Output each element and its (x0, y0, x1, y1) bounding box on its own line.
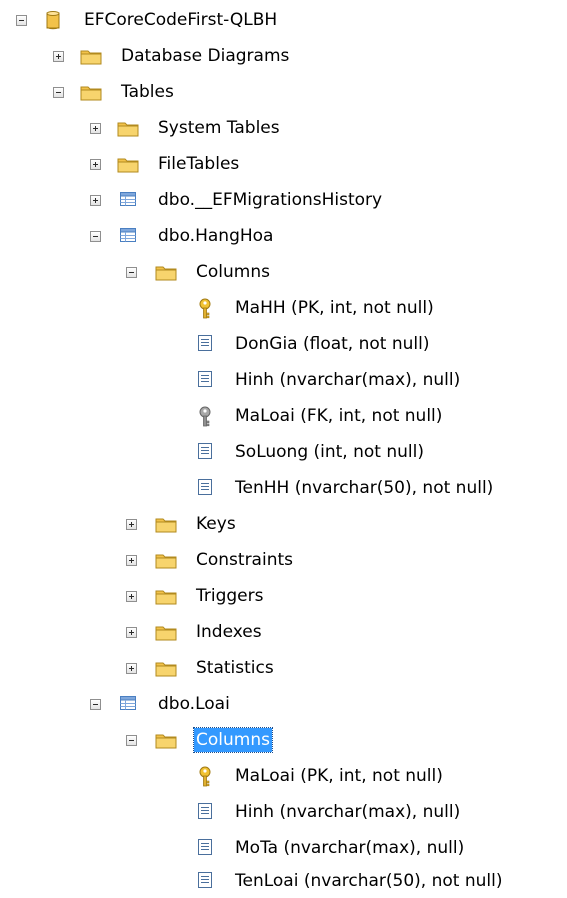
tables-label[interactable]: Tables (119, 80, 176, 104)
tree-node-system-tables[interactable]: System Tables (0, 115, 567, 145)
object-explorer-tree: EFCoreCodeFirst-QLBH Database Diagrams T… (0, 0, 567, 898)
tree-node-triggers[interactable]: Triggers (0, 583, 567, 613)
system-tables-label[interactable]: System Tables (156, 116, 282, 140)
database-icon (43, 10, 63, 30)
table-icon (119, 226, 139, 246)
tree-node-table-migrations-history[interactable]: dbo.__EFMigrationsHistory (0, 187, 567, 217)
tree-node-constraints[interactable]: Constraints (0, 547, 567, 577)
statistics-label[interactable]: Statistics (194, 656, 276, 680)
collapse-toggle[interactable] (16, 15, 27, 26)
tree-node-table-loai[interactable]: dbo.Loai (0, 691, 567, 721)
tree-node-filetables[interactable]: FileTables (0, 151, 567, 181)
expand-toggle[interactable] (53, 51, 64, 62)
column-label[interactable]: MoTa (nvarchar(max), null) (233, 836, 466, 860)
collapse-toggle[interactable] (126, 267, 137, 278)
expand-toggle[interactable] (90, 159, 101, 170)
column-icon (196, 442, 216, 462)
tree-node-loai-columns[interactable]: Columns (0, 727, 567, 757)
expand-toggle[interactable] (126, 663, 137, 674)
folder-icon (155, 658, 177, 678)
folder-icon (117, 154, 139, 174)
column-label[interactable]: Hinh (nvarchar(max), null) (233, 368, 462, 392)
expand-toggle[interactable] (90, 123, 101, 134)
tree-node-database-diagrams[interactable]: Database Diagrams (0, 43, 567, 73)
column-label[interactable]: MaLoai (PK, int, not null) (233, 764, 445, 788)
tree-node-column[interactable]: TenHH (nvarchar(50), not null) (0, 475, 567, 505)
column-icon (196, 478, 216, 498)
folder-icon (155, 622, 177, 642)
expand-toggle[interactable] (90, 195, 101, 206)
tree-node-column[interactable]: Hinh (nvarchar(max), null) (0, 799, 567, 829)
expand-toggle[interactable] (126, 591, 137, 602)
column-label[interactable]: MaLoai (FK, int, not null) (233, 404, 444, 428)
tree-node-column[interactable]: MaHH (PK, int, not null) (0, 295, 567, 325)
folder-icon (155, 262, 177, 282)
tree-node-column[interactable]: SoLuong (int, not null) (0, 439, 567, 469)
triggers-label[interactable]: Triggers (194, 584, 266, 608)
hanghoa-columns-label[interactable]: Columns (194, 260, 272, 284)
expand-toggle[interactable] (126, 519, 137, 530)
foreign-key-icon (196, 406, 216, 427)
expand-toggle[interactable] (126, 555, 137, 566)
column-icon (196, 838, 216, 858)
folder-icon (155, 586, 177, 606)
filetables-label[interactable]: FileTables (156, 152, 241, 176)
column-label[interactable]: Hinh (nvarchar(max), null) (233, 800, 462, 824)
tree-node-database[interactable]: EFCoreCodeFirst-QLBH (0, 7, 567, 37)
tree-node-statistics[interactable]: Statistics (0, 655, 567, 685)
loai-label[interactable]: dbo.Loai (156, 692, 232, 716)
folder-icon (80, 82, 102, 102)
tree-node-table-hanghoa[interactable]: dbo.HangHoa (0, 223, 567, 253)
column-icon (196, 802, 216, 822)
database-label[interactable]: EFCoreCodeFirst-QLBH (82, 8, 279, 32)
tree-node-column[interactable]: MaLoai (FK, int, not null) (0, 403, 567, 433)
tree-node-hanghoa-columns[interactable]: Columns (0, 259, 567, 289)
tree-node-indexes[interactable]: Indexes (0, 619, 567, 649)
folder-icon (80, 46, 102, 66)
tree-node-tables[interactable]: Tables (0, 79, 567, 109)
keys-label[interactable]: Keys (194, 512, 238, 536)
folder-icon (155, 730, 177, 750)
migrations-history-label[interactable]: dbo.__EFMigrationsHistory (156, 188, 384, 212)
folder-icon (117, 118, 139, 138)
tree-node-column[interactable]: MaLoai (PK, int, not null) (0, 763, 567, 793)
table-icon (119, 694, 139, 714)
column-label[interactable]: SoLuong (int, not null) (233, 440, 426, 464)
folder-icon (155, 514, 177, 534)
column-label[interactable]: MaHH (PK, int, not null) (233, 296, 436, 320)
tree-node-column[interactable]: Hinh (nvarchar(max), null) (0, 367, 567, 397)
collapse-toggle[interactable] (126, 735, 137, 746)
indexes-label[interactable]: Indexes (194, 620, 264, 644)
expand-toggle[interactable] (126, 627, 137, 638)
hanghoa-label[interactable]: dbo.HangHoa (156, 224, 275, 248)
primary-key-icon (196, 766, 216, 787)
column-label[interactable]: TenLoai (nvarchar(50), not null) (233, 869, 504, 893)
collapse-toggle[interactable] (90, 699, 101, 710)
column-icon (196, 334, 216, 354)
column-icon (196, 370, 216, 390)
tree-node-column[interactable]: TenLoai (nvarchar(50), not null) (0, 868, 567, 898)
tree-node-keys[interactable]: Keys (0, 511, 567, 541)
column-label[interactable]: DonGia (float, not null) (233, 332, 432, 356)
column-label[interactable]: TenHH (nvarchar(50), not null) (233, 476, 495, 500)
tree-node-column[interactable]: DonGia (float, not null) (0, 331, 567, 361)
collapse-toggle[interactable] (90, 231, 101, 242)
column-icon (196, 871, 216, 891)
loai-columns-label[interactable]: Columns (193, 727, 273, 753)
collapse-toggle[interactable] (53, 87, 64, 98)
database-diagrams-label[interactable]: Database Diagrams (119, 44, 291, 68)
folder-icon (155, 550, 177, 570)
primary-key-icon (196, 298, 216, 319)
constraints-label[interactable]: Constraints (194, 548, 295, 572)
table-icon (119, 190, 139, 210)
tree-node-column[interactable]: MoTa (nvarchar(max), null) (0, 835, 567, 865)
